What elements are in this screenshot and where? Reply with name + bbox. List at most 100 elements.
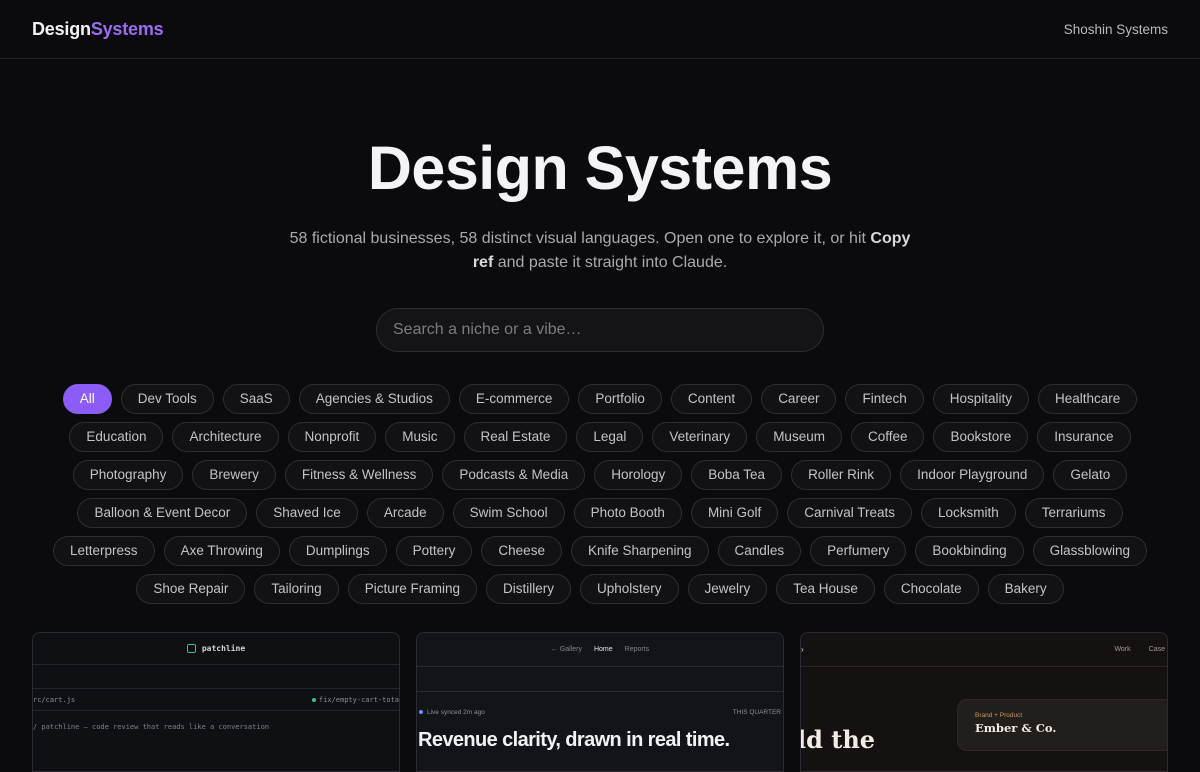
filter-chip[interactable]: Content (670, 384, 753, 414)
filter-chip[interactable]: Roller Rink (791, 460, 892, 490)
filter-chip[interactable]: Podcasts & Media (442, 460, 586, 490)
shoshin-systems-link[interactable]: Shoshin Systems (1064, 22, 1168, 37)
card-file-bar: rc/cart.js fix/empty-cart-tota (33, 689, 399, 711)
brand-logo-part2: Systems (90, 18, 164, 39)
card-nav: ← Gallery Home Reports (417, 633, 783, 667)
page-title: Design Systems (367, 134, 833, 202)
card-patchline[interactable]: patchline rc/cart.js fix/empty-cart-tota… (32, 632, 400, 772)
filter-chip[interactable]: Cheese (481, 536, 562, 566)
filter-chip[interactable]: Shoe Repair (136, 574, 246, 604)
filter-chip[interactable]: Career (761, 384, 837, 414)
filter-chip[interactable]: Tea House (776, 574, 875, 604)
period-label: THIS QUARTER (732, 708, 781, 716)
filter-chip[interactable]: Bookstore (933, 422, 1029, 452)
filter-chip[interactable]: Chocolate (883, 574, 979, 604)
filter-chip[interactable]: Agencies & Studios (298, 384, 450, 414)
card-panel: Brand + Product Ember & Co. (957, 699, 1167, 751)
filter-chip[interactable]: Carnival Treats (787, 498, 912, 528)
filter-chip[interactable]: Veterinary (652, 422, 748, 452)
filter-chip[interactable]: Locksmith (921, 498, 1016, 528)
filter-chip[interactable]: Museum (756, 422, 842, 452)
filter-chip[interactable]: Coffee (850, 422, 925, 452)
filter-chip[interactable]: Letterpress (53, 536, 155, 566)
filter-chip[interactable]: Horology (594, 460, 683, 490)
filter-chip[interactable]: Music (385, 422, 455, 452)
filter-chip[interactable]: Real Estate (463, 422, 568, 452)
filter-chip[interactable]: Bookbinding (915, 536, 1024, 566)
design-system-cards: patchline rc/cart.js fix/empty-cart-tota… (32, 632, 1168, 772)
nav-case: Case (1148, 646, 1165, 653)
filter-chip[interactable]: Fitness & Wellness (284, 460, 434, 490)
hero: Design Systems 58 fictional businesses, … (0, 135, 1200, 352)
code-line: / patchline — code review that reads lik… (33, 723, 270, 731)
brand-logo-part1: Design (32, 18, 91, 39)
search-input[interactable] (393, 321, 807, 339)
filter-chip[interactable]: Brewery (192, 460, 276, 490)
filter-chip[interactable]: Tailoring (254, 574, 339, 604)
card-strip (417, 667, 783, 692)
filter-chip[interactable]: Axe Throwing (163, 536, 280, 566)
card-ember[interactable]: › Work Case ld the Brand + Product Ember… (800, 632, 1168, 772)
filter-chip[interactable]: Arcade (366, 498, 444, 528)
filter-chip[interactable]: Mini Golf (690, 498, 779, 528)
filter-chip[interactable]: Education (69, 422, 164, 452)
panel-title: Ember & Co. (975, 721, 1057, 735)
panel-eyebrow: Brand + Product (975, 712, 1023, 719)
filter-chip[interactable]: Pottery (395, 536, 473, 566)
brand-logo[interactable]: DesignSystems (32, 18, 164, 40)
card-revenue[interactable]: ← Gallery Home Reports Live synced 2m ag… (416, 632, 784, 772)
nav-home: Home (593, 646, 613, 653)
card-toolbar (33, 665, 399, 689)
filter-chip[interactable]: Dumplings (288, 536, 387, 566)
live-dot-icon (419, 710, 423, 714)
live-text: Live synced 2m ago (427, 708, 485, 716)
filter-chip[interactable]: Perfumery (810, 536, 907, 566)
filter-chip[interactable]: Bakery (987, 574, 1064, 604)
filter-chip[interactable]: Knife Sharpening (570, 536, 709, 566)
filter-chip[interactable]: Architecture (172, 422, 279, 452)
filter-chip[interactable]: Candles (717, 536, 802, 566)
filter-chip[interactable]: Nonprofit (287, 422, 377, 452)
filter-chip[interactable]: Indoor Playground (900, 460, 1045, 490)
filter-chip[interactable]: Insurance (1037, 422, 1131, 452)
card-headline: Revenue clarity, drawn in real time. (418, 729, 730, 751)
filter-chip[interactable]: Boba Tea (691, 460, 783, 490)
filter-chip[interactable]: Portfolio (578, 384, 662, 414)
file-path: rc/cart.js (33, 695, 76, 704)
card-header: patchline (33, 633, 399, 665)
filter-chip[interactable]: Photography (72, 460, 184, 490)
filter-chip[interactable]: E-commerce (458, 384, 570, 414)
filter-chip[interactable]: Gelato (1053, 460, 1128, 490)
branch-dot-icon (311, 697, 316, 702)
filter-chip[interactable]: Picture Framing (347, 574, 477, 604)
filter-chip[interactable]: All (62, 384, 112, 414)
filter-chip[interactable]: Terrariums (1024, 498, 1123, 528)
filter-chip[interactable]: Photo Booth (573, 498, 682, 528)
subtitle-text-2: and paste it straight into Claude. (493, 254, 728, 271)
filter-chip[interactable]: Dev Tools (120, 384, 214, 414)
nav-reports: Reports (624, 646, 650, 653)
top-bar: DesignSystems Shoshin Systems (0, 0, 1200, 59)
filter-chip[interactable]: Upholstery (579, 574, 679, 604)
filter-chip[interactable]: Swim School (452, 498, 565, 528)
filter-chip[interactable]: Balloon & Event Decor (77, 498, 248, 528)
filter-chip[interactable]: Legal (576, 422, 644, 452)
filter-chip[interactable]: Distillery (485, 574, 571, 604)
live-status: Live synced 2m ago (419, 709, 485, 716)
filter-chip[interactable]: SaaS (222, 384, 290, 414)
filter-chip[interactable]: Hospitality (932, 384, 1030, 414)
filter-chips: All Dev Tools SaaS Agencies & Studios E-comm… (45, 384, 1155, 604)
filter-chip[interactable]: Shaved Ice (256, 498, 358, 528)
filter-chip[interactable]: Fintech (845, 384, 924, 414)
card-brand: patchline (201, 644, 246, 653)
search-box (376, 308, 824, 352)
filter-chip[interactable]: Healthcare (1038, 384, 1138, 414)
page-subtitle: 58 fictional businesses, 58 distinct vis… (280, 227, 920, 275)
patchline-logo-icon (186, 644, 196, 653)
filter-chip[interactable]: Glassblowing (1032, 536, 1147, 566)
filter-chip[interactable]: Jewelry (687, 574, 768, 604)
branch-name: fix/empty-cart-tota (318, 695, 399, 704)
branch-label: fix/empty-cart-tota (311, 695, 399, 704)
subtitle-text-1: 58 fictional businesses, 58 distinct vis… (289, 230, 871, 247)
brand-mark-icon: › (801, 645, 804, 654)
